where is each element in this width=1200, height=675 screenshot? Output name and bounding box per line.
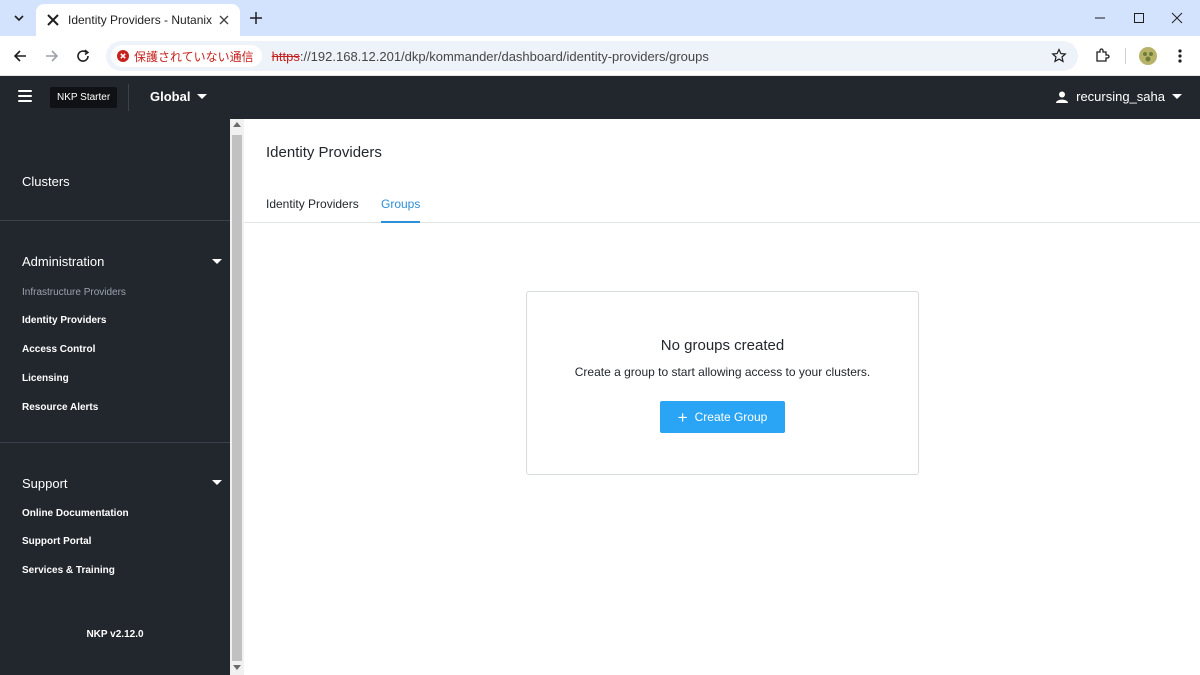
- url-scheme: https: [271, 48, 300, 64]
- create-group-button[interactable]: + Create Group: [660, 401, 785, 433]
- maximize-icon: [1134, 13, 1144, 23]
- tab-search-button[interactable]: [8, 7, 30, 29]
- arrow-left-icon: [13, 50, 26, 62]
- reload-button[interactable]: [71, 44, 95, 68]
- url-path: ://192.168.12.201/dkp/kommander/dashboar…: [299, 48, 709, 64]
- extensions-button[interactable]: [1090, 44, 1114, 68]
- arrow-right-icon: [46, 50, 59, 62]
- scrollbar-thumb[interactable]: [232, 135, 242, 661]
- scroll-up-icon[interactable]: [233, 122, 241, 127]
- sidebar-item-services-training[interactable]: Services & Training: [22, 565, 115, 576]
- chevron-down-icon: [14, 15, 24, 22]
- caret-down-icon: [197, 94, 208, 99]
- browser-menu-button[interactable]: [1168, 44, 1192, 68]
- nutanix-favicon-icon: [46, 13, 60, 27]
- security-label: 保護されていない通信: [134, 49, 254, 64]
- sidebar-item-access-control[interactable]: Access Control: [22, 344, 95, 355]
- user-icon: [1056, 91, 1069, 103]
- sidebar-item-clusters[interactable]: Clusters: [22, 174, 70, 189]
- sidebar-item-support-portal[interactable]: Support Portal: [22, 536, 91, 547]
- profile-avatar-button[interactable]: [1136, 44, 1160, 68]
- address-bar[interactable]: 保護されていない通信 https://192.168.12.201/dkp/ko…: [106, 41, 1078, 71]
- plus-icon: +: [677, 407, 688, 427]
- tab-title: Identity Providers - Nutanix NKP: [68, 13, 216, 27]
- caret-down-icon[interactable]: [212, 480, 222, 485]
- avatar-icon: [1139, 47, 1157, 65]
- sidebar-item-identity-providers[interactable]: Identity Providers: [22, 315, 106, 326]
- sidebar-item-infrastructure-providers[interactable]: Infrastructure Providers: [22, 287, 126, 298]
- sidebar-item-online-documentation[interactable]: Online Documentation: [22, 508, 129, 519]
- version-label: NKP v2.12.0: [86, 629, 144, 640]
- scope-selector[interactable]: Global: [150, 89, 208, 104]
- warning-icon: [117, 50, 129, 62]
- hamburger-menu-icon[interactable]: [18, 90, 32, 104]
- sidebar-item-resource-alerts[interactable]: Resource Alerts: [22, 402, 98, 413]
- puzzle-icon: [1096, 48, 1110, 62]
- url-text[interactable]: https://192.168.12.201/dkp/kommander/das…: [272, 49, 709, 64]
- browser-tab-bar: Identity Providers - Nutanix NKP: [0, 0, 1200, 36]
- star-icon: [1051, 48, 1067, 63]
- sidebar-section-support[interactable]: Support: [22, 476, 68, 491]
- username: recursing_saha: [1076, 89, 1165, 104]
- browser-toolbar: 保護されていない通信 https://192.168.12.201/dkp/ko…: [0, 36, 1200, 76]
- user-menu[interactable]: recursing_saha: [1056, 89, 1182, 104]
- tab-identity-providers[interactable]: Identity Providers: [266, 197, 359, 221]
- browser-tab[interactable]: Identity Providers - Nutanix NKP: [36, 4, 240, 36]
- window-close-button[interactable]: [1165, 6, 1189, 30]
- scroll-down-icon[interactable]: [233, 665, 241, 670]
- back-button[interactable]: [8, 44, 32, 68]
- sidebar: Clusters Administration Infrastructure P…: [0, 119, 230, 675]
- main-content: Identity Providers Identity Providers Gr…: [244, 119, 1200, 675]
- empty-state-card: No groups created Create a group to star…: [526, 291, 919, 475]
- header-divider: [128, 84, 129, 111]
- caret-down-icon[interactable]: [212, 259, 222, 264]
- empty-state-description: Create a group to start allowing access …: [574, 365, 871, 379]
- page-tabs: Identity Providers Groups: [244, 193, 1200, 223]
- sidebar-scrollbar[interactable]: [230, 119, 244, 675]
- create-group-label: Create Group: [694, 410, 768, 424]
- minimize-button[interactable]: [1088, 6, 1112, 30]
- maximize-button[interactable]: [1127, 6, 1151, 30]
- caret-down-icon: [1172, 94, 1182, 99]
- page-title: Identity Providers: [266, 144, 382, 161]
- brand-badge: NKP Starter: [50, 87, 118, 108]
- close-icon[interactable]: [216, 12, 232, 28]
- scope-label: Global: [150, 89, 191, 104]
- plus-icon: [250, 12, 262, 24]
- sidebar-item-licensing[interactable]: Licensing: [22, 373, 69, 384]
- forward-button[interactable]: [40, 44, 64, 68]
- minimize-icon: [1095, 17, 1105, 19]
- tab-groups[interactable]: Groups: [381, 197, 421, 223]
- more-vertical-icon: [1178, 49, 1182, 63]
- sidebar-section-administration[interactable]: Administration: [22, 254, 104, 269]
- new-tab-button[interactable]: [246, 8, 266, 28]
- empty-state-title: No groups created: [660, 337, 785, 354]
- reload-icon: [77, 49, 90, 62]
- security-chip[interactable]: 保護されていない通信: [111, 45, 262, 67]
- bookmark-star-button[interactable]: [1050, 47, 1068, 65]
- sidebar-divider: [0, 442, 230, 443]
- toolbar-divider: [1125, 48, 1126, 64]
- app-header: NKP Starter Global recursing_saha: [0, 76, 1200, 119]
- sidebar-divider: [0, 220, 230, 221]
- close-icon: [1171, 12, 1183, 24]
